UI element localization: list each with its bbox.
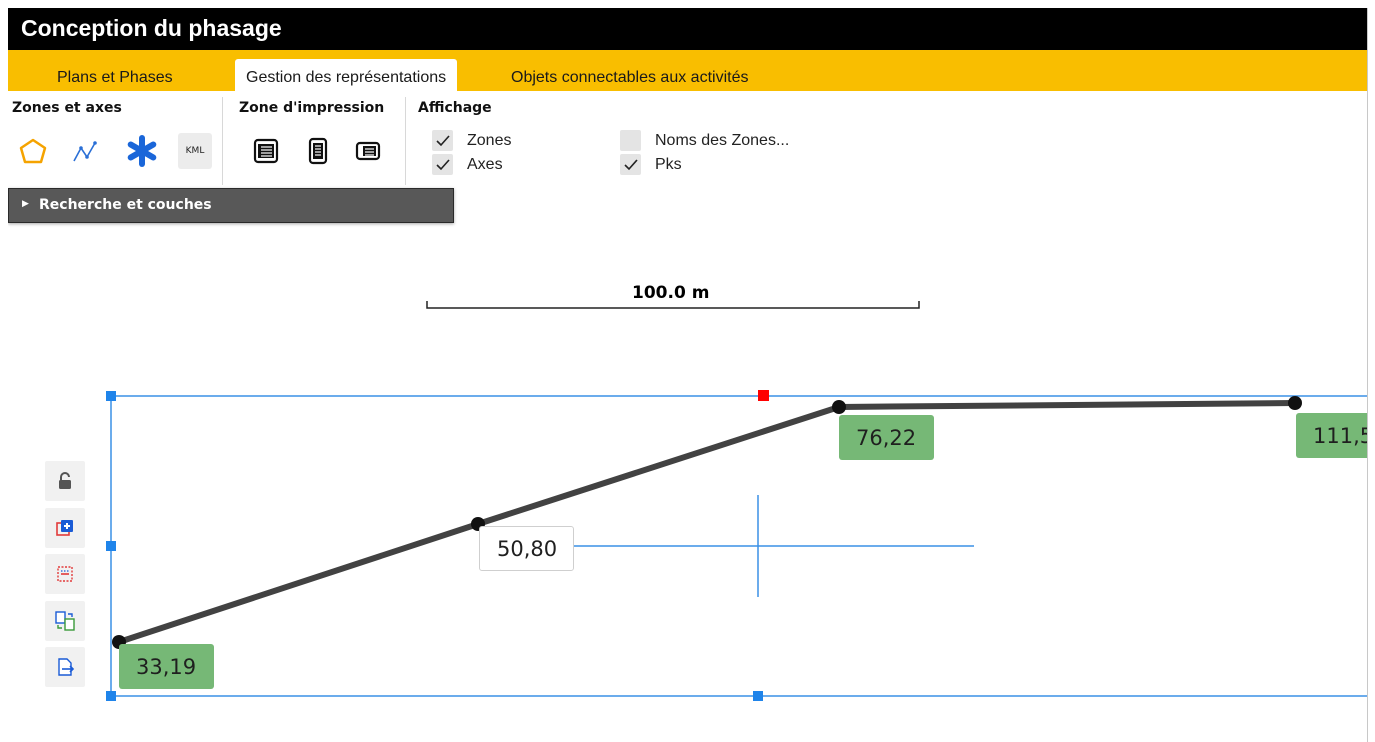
pk-label[interactable]: 33,19 (119, 644, 214, 689)
pk-label[interactable]: 50,80 (479, 526, 574, 571)
resize-handle[interactable] (106, 691, 116, 701)
dashed-selection-icon (57, 566, 73, 582)
swap-pages-button[interactable] (45, 601, 85, 641)
document-arrow-button[interactable] (45, 647, 85, 687)
scale-label: 100.0 m (632, 283, 710, 303)
pk-label[interactable]: 111,5 (1296, 413, 1367, 458)
add-layer-button[interactable] (45, 508, 85, 548)
lock-button[interactable] (45, 461, 85, 501)
lock-icon (59, 472, 71, 489)
center-crosshair (538, 495, 974, 597)
axis-line[interactable] (118, 400, 1296, 645)
add-layer-icon (56, 520, 73, 536)
axis-vertex[interactable] (832, 400, 846, 414)
resize-handle[interactable] (753, 691, 763, 701)
map-canvas[interactable] (8, 8, 1367, 742)
document-arrow-icon (58, 658, 75, 676)
resize-handle[interactable] (106, 391, 116, 401)
expand-arrow-icon[interactable]: ▶ (22, 199, 29, 209)
search-layers-panel[interactable]: ▶ Recherche et couches (8, 188, 454, 223)
swap-pages-icon (55, 611, 75, 631)
resize-handle[interactable] (106, 541, 116, 551)
app-window: Conception du phasage Plans et Phases Ge… (8, 8, 1368, 742)
axis-vertex[interactable] (1288, 396, 1302, 410)
pk-label[interactable]: 76,22 (839, 415, 934, 460)
panel-label: Recherche et couches (39, 197, 212, 213)
rotate-handle[interactable] (758, 390, 769, 401)
dashed-selection-button[interactable] (45, 554, 85, 594)
